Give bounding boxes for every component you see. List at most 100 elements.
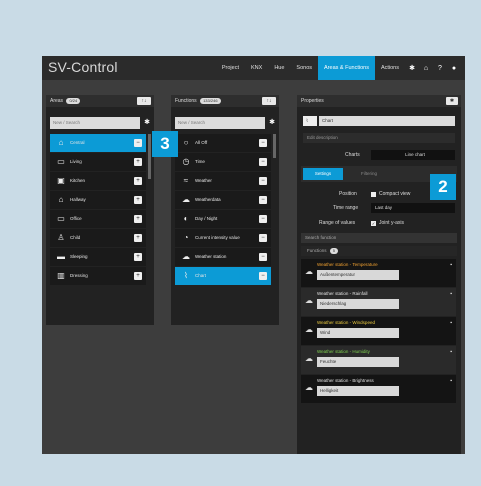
weather-icon: ☁ (182, 195, 190, 204)
function-remove-button[interactable]: − (259, 139, 267, 147)
function-item-all-off[interactable]: ○ All Off − (175, 134, 271, 152)
help-icon[interactable]: ? (433, 65, 447, 72)
function-label: Day / Night (195, 216, 218, 221)
function-item-time[interactable]: ◷ Time − (175, 153, 271, 171)
properties-panel: Properties ✱ ⌇ Chart Edit description Ch… (297, 95, 461, 454)
bed-icon: ▬ (57, 252, 65, 261)
position-label: Position (339, 191, 357, 197)
chart-function-item[interactable]: ☁ Weather station - Temperature Außentem… (301, 259, 456, 287)
menu-actions[interactable]: Actions (375, 56, 405, 80)
chart-function-value[interactable]: Wind (317, 328, 399, 338)
chart-function-value[interactable]: Außentemperatur (317, 270, 399, 280)
properties-actions-button[interactable]: ✱ (446, 97, 458, 105)
area-item-dressing[interactable]: ▥ Dressing + (50, 267, 146, 285)
functions-count-badge: 133/246 (200, 97, 221, 104)
charts-select[interactable]: Line chart (371, 150, 455, 160)
chart-function-item[interactable]: ☁ Weather station - Rainfall Niederschla… (301, 288, 456, 316)
chart-function-value[interactable]: Niederschlag (317, 299, 399, 309)
menu-areas-functions[interactable]: Areas & Functions (318, 56, 375, 80)
function-item-chart[interactable]: ⌇ Chart − (175, 267, 271, 285)
power-icon: ○ (183, 138, 189, 147)
function-remove-button[interactable]: − (259, 158, 267, 166)
function-label: Time (195, 159, 205, 164)
sofa-icon: ▭ (57, 157, 65, 166)
areas-scrollbar[interactable] (148, 134, 151, 179)
trash-icon[interactable]: ▪ (450, 262, 452, 268)
function-item-intensity[interactable]: ◔ Current intensity value − (175, 229, 271, 247)
area-expand-button[interactable]: + (134, 272, 142, 280)
area-expand-button[interactable]: + (134, 196, 142, 204)
functions-sort-button[interactable]: ↑↓ (262, 97, 276, 105)
functions-search-input[interactable]: New / Search (175, 117, 265, 129)
menu-knx[interactable]: KNX (245, 56, 268, 80)
stove-icon: ▣ (57, 176, 65, 185)
trash-icon[interactable]: ▪ (450, 291, 452, 297)
joint-y-axis-checkbox[interactable]: ✓ (371, 221, 376, 226)
areas-settings-icon[interactable]: ✱ (142, 117, 152, 129)
areas-title: Areas (50, 98, 64, 104)
time-range-select[interactable]: Last day (371, 203, 455, 213)
function-remove-button[interactable]: − (259, 234, 267, 242)
chart-function-value[interactable]: Feuchte (317, 357, 399, 367)
charts-label: Charts (345, 152, 360, 158)
area-expand-button[interactable]: + (134, 215, 142, 223)
area-item-sleeping[interactable]: ▬ Sleeping + (50, 248, 146, 266)
area-item-hallway[interactable]: ⌂ Hallway + (50, 191, 146, 209)
function-remove-button[interactable]: − (259, 253, 267, 261)
function-item-weatherdata[interactable]: ☁ Weatherdata − (175, 191, 271, 209)
area-expand-button[interactable]: + (134, 234, 142, 242)
area-label: Office (70, 216, 82, 221)
chart-function-value[interactable]: Helligkeit (317, 386, 399, 396)
area-expand-button[interactable]: + (134, 177, 142, 185)
compact-view-label: Compact view (379, 191, 411, 197)
wardrobe-icon: ▥ (57, 271, 65, 280)
functions-settings-icon[interactable]: ✱ (267, 117, 277, 129)
chart-function-title: Weather station - Temperature (317, 262, 378, 267)
areas-search-input[interactable]: New / Search (50, 117, 140, 129)
function-remove-button[interactable]: − (259, 272, 267, 280)
functions-section-header: Functions 5 (301, 246, 457, 256)
area-expand-button[interactable]: + (134, 253, 142, 261)
area-expand-button[interactable]: + (134, 158, 142, 166)
function-remove-button[interactable]: − (259, 215, 267, 223)
area-label: Dressing (70, 273, 88, 278)
menu-sonos[interactable]: Sonos (290, 56, 318, 80)
area-item-living[interactable]: ▭ Living + (50, 153, 146, 171)
area-item-kitchen[interactable]: ▣ Kitchen + (50, 172, 146, 190)
function-item-day-night[interactable]: ◐ Day / Night − (175, 210, 271, 228)
weather-icon: ☁ (182, 252, 190, 261)
tab-settings[interactable]: Settings (303, 168, 343, 180)
time-range-label: Time range (333, 205, 359, 211)
areas-sort-button[interactable]: ↑↓ (137, 97, 151, 105)
chart-function-item[interactable]: ☁ Weather station - Windspeed Wind ▪ (301, 317, 456, 345)
area-collapse-button[interactable]: − (134, 139, 142, 147)
function-remove-button[interactable]: − (259, 177, 267, 185)
area-item-office[interactable]: ▭ Office + (50, 210, 146, 228)
search-function-input[interactable]: Search function (301, 233, 457, 243)
trash-icon[interactable]: ▪ (450, 378, 452, 384)
function-remove-button[interactable]: − (259, 196, 267, 204)
chart-function-item[interactable]: ☁ Weather station - Humidity Feuchte ▪ (301, 346, 456, 374)
name-input[interactable]: Chart (319, 116, 455, 126)
trash-icon[interactable]: ▪ (450, 349, 452, 355)
home-icon[interactable]: ⌂ (419, 65, 433, 72)
gear-icon[interactable]: ✱ (405, 64, 419, 72)
tab-filtering[interactable]: Filtering (349, 168, 389, 180)
menu-hue[interactable]: Hue (268, 56, 290, 80)
compact-view-checkbox[interactable] (371, 192, 376, 197)
area-label: Child (70, 235, 81, 240)
chart-function-item[interactable]: ☁ Weather station - Brightness Helligkei… (301, 375, 456, 403)
function-item-weather[interactable]: ≈ Weather − (175, 172, 271, 190)
function-label: Weatherdata (195, 197, 221, 202)
area-item-child[interactable]: ♙ Child + (50, 229, 146, 247)
description-input[interactable]: Edit description (303, 133, 455, 143)
function-item-weather-station[interactable]: ☁ Weather station − (175, 248, 271, 266)
functions-scrollbar[interactable] (273, 134, 276, 158)
trash-icon[interactable]: ▪ (450, 320, 452, 326)
area-item-central[interactable]: ⌂ Central − (50, 134, 146, 152)
menu-project[interactable]: Project (216, 56, 245, 80)
functions-panel: Functions 133/246 ↑↓ New / Search ✱ ○ Al… (171, 95, 279, 325)
user-icon[interactable]: ● (447, 65, 461, 72)
chart-icon: ⌇ (184, 271, 188, 280)
door-icon: ⌂ (58, 195, 64, 204)
